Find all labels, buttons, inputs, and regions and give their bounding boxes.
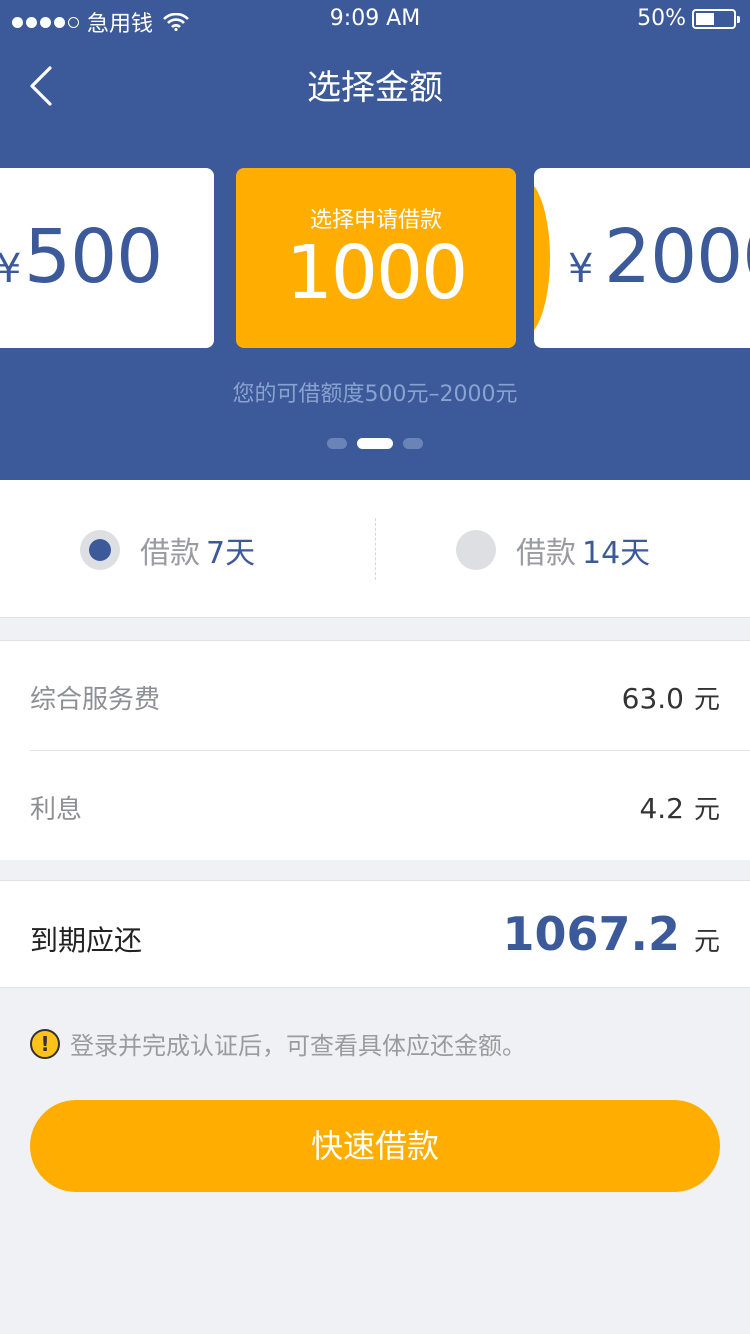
battery-level	[696, 12, 714, 25]
notice-text: 登录并完成认证后，可查看具体应还金额。	[70, 1032, 526, 1060]
term-days: 14天	[582, 536, 651, 571]
status-right: 50%	[637, 6, 740, 31]
selected-amount-value: 1000	[285, 230, 468, 316]
login-notice: ! 登录并完成认证后，可查看具体应还金额。	[30, 1026, 526, 1061]
battery-icon	[692, 8, 740, 29]
interest-row: 利息 4.2 元	[30, 751, 720, 861]
page-title: 选择金额	[307, 68, 443, 108]
currency-unit: 元	[693, 927, 720, 957]
service-fee-value: 63.0 元	[622, 679, 720, 716]
header-hero: 急用钱 9:09 AM 50% 选择金额 ¥ 500 选择申请借款 1000 ¥…	[0, 0, 750, 480]
fee-breakdown: 综合服务费 63.0 元 利息 4.2 元	[0, 640, 750, 860]
currency-unit: 元	[693, 685, 720, 715]
radio-selected-icon[interactable]	[80, 530, 120, 570]
term-option-7-days[interactable]: 借款 7天	[80, 528, 255, 572]
term-selector: 借款 7天 借款 14天	[0, 480, 750, 618]
page-dot[interactable]	[327, 438, 347, 449]
interest-value: 4.2 元	[639, 789, 720, 826]
currency-symbol: ¥	[0, 246, 22, 292]
term-label: 借款	[140, 536, 200, 571]
currency-symbol: ¥	[568, 246, 594, 292]
page-dot-active[interactable]	[357, 438, 393, 449]
due-value: 1067.2 元	[502, 907, 720, 961]
currency-unit: 元	[693, 795, 720, 825]
warning-icon: !	[30, 1028, 60, 1059]
status-bar: 急用钱 9:09 AM 50%	[0, 0, 750, 40]
amount-card-2000[interactable]: ¥ 2000	[534, 168, 750, 348]
navigation-bar: 选择金额	[0, 40, 750, 128]
amount-value: 500	[24, 214, 163, 300]
radio-unselected-icon[interactable]	[456, 530, 496, 570]
battery-percent: 50%	[637, 6, 686, 31]
amount-card-500[interactable]: ¥ 500	[0, 168, 214, 348]
page-indicator	[0, 438, 750, 449]
interest-label: 利息	[30, 795, 83, 825]
term-option-14-days[interactable]: 借款 14天	[456, 528, 650, 572]
service-fee-label: 综合服务费	[30, 685, 161, 715]
term-label: 借款	[516, 536, 576, 571]
amount-card-selected[interactable]: 选择申请借款 1000	[236, 168, 516, 348]
amount-value: 2000	[604, 214, 750, 300]
card-accent-arc	[534, 178, 550, 338]
due-amount-row: 到期应还 1067.2 元	[0, 880, 750, 988]
interest-amount: 4.2	[639, 792, 684, 825]
term-days: 7天	[206, 536, 256, 571]
credit-range-text: 您的可借额度500元–2000元	[232, 382, 518, 407]
quick-loan-button[interactable]: 快速借款	[30, 1100, 720, 1192]
service-fee-amount: 63.0	[621, 682, 684, 715]
due-amount: 1067.2	[502, 907, 680, 961]
service-fee-row: 综合服务费 63.0 元	[30, 641, 750, 751]
term-divider	[375, 518, 376, 580]
due-label: 到期应还	[30, 924, 143, 957]
page-dot[interactable]	[403, 438, 423, 449]
